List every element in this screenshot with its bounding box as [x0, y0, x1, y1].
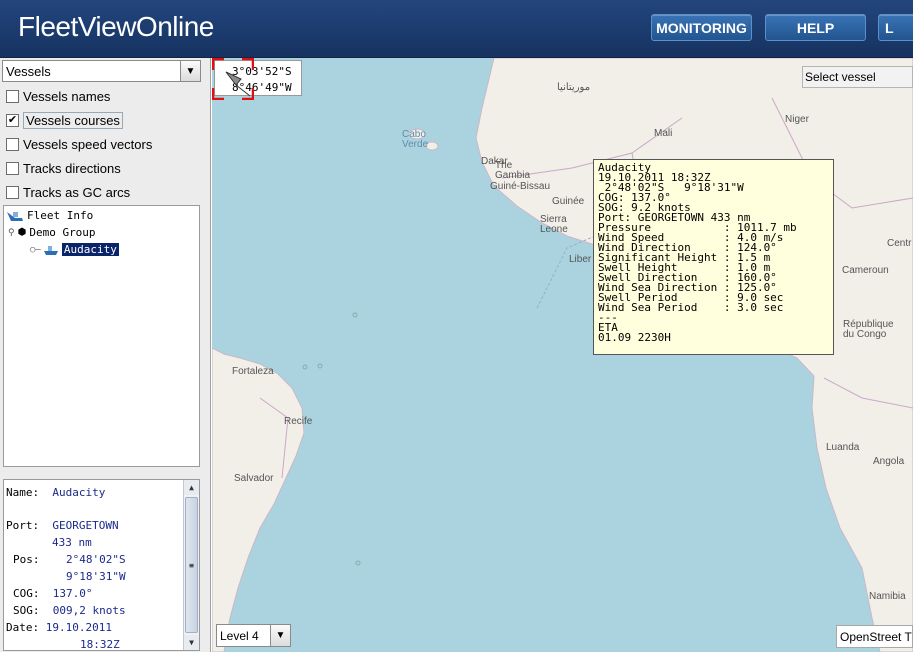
info-pos-lon: 9°18'31"W [66, 570, 126, 583]
fleet-icon [7, 211, 23, 221]
land-south-america [212, 347, 305, 652]
checkbox-tracks-gc-arcs[interactable] [6, 185, 19, 199]
option-label: Vessels names [23, 88, 111, 104]
label-luanda: Luanda [826, 442, 860, 453]
label-congo: République du Congo [843, 319, 894, 340]
option-label: Tracks as GC arcs [23, 184, 131, 200]
left-panel: Vessels ▼ Vessels names ✔ Vessels course… [0, 58, 211, 652]
land-africa [475, 58, 913, 652]
nav-logout-button[interactable]: L [878, 14, 913, 41]
scroll-down-icon[interactable]: ▼ [184, 635, 199, 650]
info-cog-value: 137.0° [52, 587, 93, 600]
info-sog-value: 009,2 knots [52, 604, 126, 617]
checkbox-vessels-courses[interactable]: ✔ [6, 113, 19, 127]
info-scrollbar[interactable]: ▲ ≡ ▼ [183, 480, 199, 650]
label-recife: Recife [284, 416, 313, 427]
course-vector [235, 84, 251, 97]
label-namibia: Namibia [869, 591, 906, 602]
option-tracks-directions[interactable]: Tracks directions [6, 158, 121, 178]
checkbox-tracks-directions[interactable] [6, 161, 19, 175]
scroll-thumb[interactable]: ≡ [185, 497, 198, 633]
island-fernando-1 [302, 364, 308, 370]
label-gambia: The Gambia [495, 160, 531, 181]
label-guinea-bissau: Guiné-Bissau [490, 181, 551, 192]
selection-corner [212, 88, 224, 100]
label-salvador: Salvador [234, 473, 274, 484]
island-fernando-2 [317, 363, 323, 369]
zoom-level-value: Level 4 [220, 629, 259, 643]
selection-corner [212, 58, 224, 70]
layer-select-value: Vessels [6, 64, 51, 79]
option-label: Vessels courses [23, 111, 123, 129]
map-attribution: OpenStreet T [836, 625, 913, 648]
ship-heading-icon [225, 71, 242, 86]
vessel-info-panel: Name: Audacity Port: GEORGETOWN 433 nm P… [3, 479, 200, 651]
label-guinee: Guinée [552, 196, 585, 207]
info-name-key: Name: [6, 486, 40, 499]
label-niger: Niger [785, 114, 809, 125]
map-canvas[interactable] [212, 58, 913, 652]
app-header: FleetViewOnline MONITORING HELP L [0, 0, 913, 58]
option-tracks-gc-arcs[interactable]: Tracks as GC arcs [6, 182, 130, 202]
option-vessels-speed-vectors[interactable]: Vessels speed vectors [6, 134, 152, 154]
expand-handle-icon[interactable]: ⚲ [8, 228, 15, 238]
map-attribution-label: OpenStreet T [840, 630, 912, 644]
label-mali: Mali [654, 128, 673, 139]
popup-line: 01.09 2230H [598, 331, 671, 344]
label-cameroun: Cameroun [842, 265, 889, 276]
nav-monitoring-button[interactable]: MONITORING [651, 14, 752, 41]
label-cabo-verde: Cabo Verde [402, 129, 429, 150]
group-bullet-icon: ⬢ [17, 227, 27, 238]
label-centr: Centr [887, 238, 912, 249]
label-sierra-leone: Sierra Leone [540, 214, 568, 235]
scroll-up-icon[interactable]: ▲ [184, 480, 199, 495]
info-pos-key: Pos: [13, 553, 40, 566]
info-port-value: GEORGETOWN [52, 519, 119, 532]
info-sog-key: SOG: [13, 604, 40, 617]
tree-group-label: Demo Group [29, 226, 96, 239]
info-cog-key: COG: [13, 587, 40, 600]
info-time-value: 18:32Z [80, 638, 120, 651]
nav-help-button[interactable]: HELP [765, 14, 866, 41]
tree-group[interactable]: ⚲ ⬢ Demo Group [8, 224, 96, 241]
info-pos-lat: 2°48'02"S [66, 553, 126, 566]
chevron-down-icon[interactable]: ▼ [270, 625, 290, 646]
selection-corner [242, 58, 254, 70]
island-st-peter-paul [352, 312, 358, 318]
option-vessels-names[interactable]: Vessels names [6, 86, 110, 106]
checkbox-vessels-names[interactable] [6, 89, 19, 103]
checkbox-vessels-speed-vectors[interactable] [6, 137, 19, 151]
layer-select[interactable]: Vessels ▼ [2, 60, 201, 82]
fleet-tree: Fleet Info ⚲ ⬢ Demo Group ○– Audacity [3, 205, 200, 467]
tree-root[interactable]: Fleet Info [6, 207, 93, 224]
tree-vessel[interactable]: ○– Audacity [30, 241, 119, 258]
label-liberia: Liber [569, 254, 592, 265]
info-date-key: Date: [6, 621, 40, 634]
info-name-value: Audacity [52, 486, 106, 499]
select-vessel-dropdown[interactable]: Select vessel [802, 66, 913, 88]
island-trindade [355, 560, 361, 566]
zoom-level-select[interactable]: Level 4 ▼ [216, 624, 291, 647]
info-date-value: 19.10.2011 [45, 621, 112, 634]
ship-icon [43, 245, 58, 255]
vessel-marker[interactable] [212, 58, 254, 100]
info-distance-value: 433 nm [52, 536, 92, 549]
app-logo: FleetViewOnline [18, 11, 214, 42]
option-vessels-courses[interactable]: ✔ Vessels courses [6, 110, 123, 130]
label-angola: Angola [873, 456, 905, 467]
vessel-popup: Audacity 19.10.2011 18:32Z 2°48'02"S 9°18… [593, 159, 834, 355]
tree-vessel-label: Audacity [61, 243, 119, 256]
label-mauritania: موريتانيا [557, 82, 591, 93]
tree-root-label: Fleet Info [27, 209, 94, 222]
popup-line: Wind Sea Period : 3.0 sec [598, 301, 784, 314]
chevron-down-icon[interactable]: ▼ [180, 61, 200, 81]
label-fortaleza: Fortaleza [232, 366, 274, 377]
select-vessel-label: Select vessel [805, 70, 876, 84]
map-view[interactable]: موريتانيا Mali Niger Cabo Verde Dakar Th… [212, 58, 913, 652]
option-label: Tracks directions [23, 160, 121, 176]
info-port-key: Port: [6, 519, 40, 532]
leaf-handle-icon: ○– [30, 244, 41, 255]
option-label: Vessels speed vectors [23, 136, 153, 152]
